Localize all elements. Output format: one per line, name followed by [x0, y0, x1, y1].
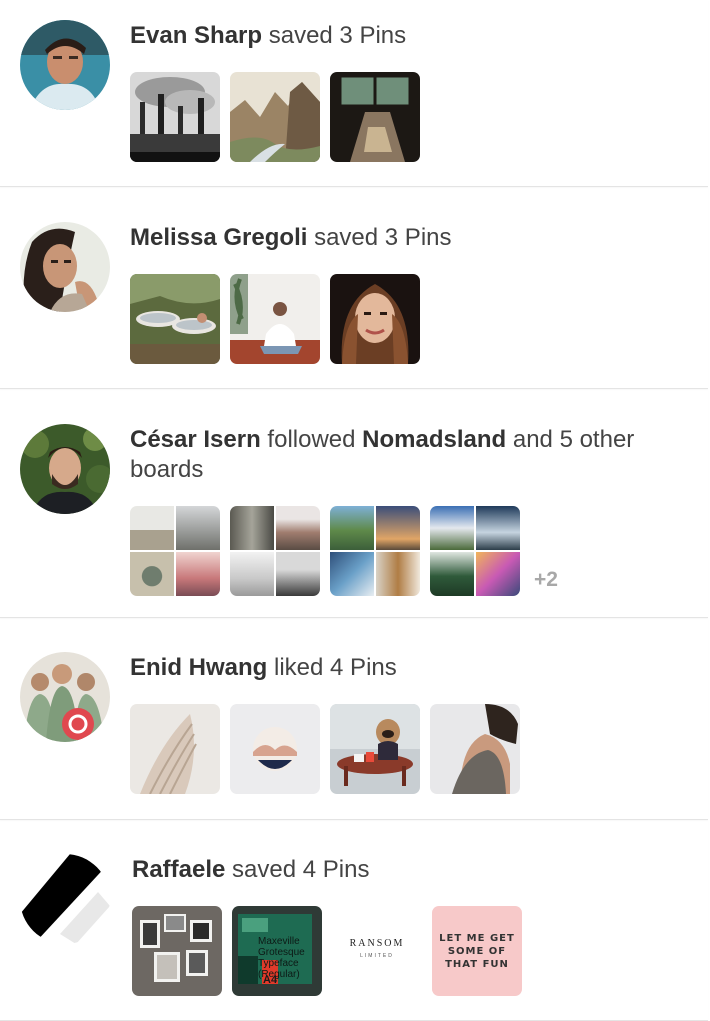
board-tile [330, 506, 374, 550]
board-tile [476, 552, 520, 596]
more-boards-count[interactable]: +2 [534, 568, 558, 592]
activity-headline: Evan Sharp saved 3 Pins [130, 21, 406, 51]
board-tile [230, 506, 274, 550]
action-text: saved 3 Pins [268, 22, 407, 49]
pin-thumbnail[interactable] [430, 704, 520, 794]
pin-thumbnail[interactable] [330, 274, 420, 364]
board-tile [176, 552, 220, 596]
avatar[interactable] [20, 20, 110, 110]
activity-card: Enid Hwang liked 4 Pins [0, 618, 708, 820]
pin-thumbnail[interactable] [130, 274, 220, 364]
activity-card: Raffaele saved 4 Pins Maxeville Grotesqu… [0, 820, 708, 1021]
activity-card: César Isern followed Nomadsland and 5 ot… [0, 389, 708, 618]
actor-name[interactable]: Enid Hwang [130, 654, 267, 681]
action-text: followed [267, 426, 356, 453]
board-tile [430, 552, 474, 596]
activity-headline: Melissa Gregoli saved 3 Pins [130, 223, 452, 253]
pin-thumbnails [130, 72, 420, 162]
board-tile [476, 506, 520, 550]
board-thumbnail[interactable] [130, 506, 220, 596]
activity-headline: Enid Hwang liked 4 Pins [130, 653, 397, 683]
ransom-logo-sub: LIMITED [360, 953, 394, 959]
pin-thumbnails: Maxeville Grotesque Typeface (Regular) A… [132, 906, 522, 996]
pin-thumbnail[interactable]: Maxeville Grotesque Typeface (Regular) A… [232, 906, 322, 996]
pin-thumbnail[interactable] [230, 704, 320, 794]
board-tile [430, 506, 474, 550]
pin-thumbnails [130, 704, 520, 794]
lettering-print-text: LET ME GET SOME OF THAT FUN [439, 933, 515, 970]
actor-name[interactable]: Melissa Gregoli [130, 224, 307, 251]
pin-thumbnail[interactable] [230, 72, 320, 162]
board-tile [330, 552, 374, 596]
board-tile [130, 552, 174, 596]
pin-thumbnail[interactable]: RANSOM LIMITED [332, 906, 422, 996]
action-text: liked 4 Pins [274, 654, 397, 681]
avatar[interactable] [20, 424, 110, 514]
actor-name[interactable]: Evan Sharp [130, 22, 262, 49]
ransom-logo: RANSOM [349, 938, 405, 949]
avatar[interactable] [20, 222, 110, 312]
board-thumbnail[interactable] [230, 506, 320, 596]
board-thumbnails: +2 [130, 506, 558, 596]
pin-thumbnail[interactable] [130, 704, 220, 794]
board-thumbnail[interactable] [430, 506, 520, 596]
activity-headline: César Isern followed Nomadsland and 5 ot… [130, 425, 700, 485]
board-tile [276, 552, 320, 596]
board-name[interactable]: Nomadsland [362, 426, 506, 453]
pin-thumbnail[interactable] [330, 72, 420, 162]
board-tile [130, 506, 174, 550]
actor-name[interactable]: Raffaele [132, 856, 225, 883]
board-tile [376, 506, 420, 550]
board-tile [376, 552, 420, 596]
typeface-poster-label: A4 [263, 974, 278, 986]
pin-thumbnail[interactable] [230, 274, 320, 364]
activity-card: Evan Sharp saved 3 Pins [0, 0, 708, 187]
board-tile [176, 506, 220, 550]
pin-thumbnail[interactable] [330, 704, 420, 794]
activity-feed: Evan Sharp saved 3 Pins Melissa Gregoli … [0, 0, 710, 1021]
board-tile [276, 506, 320, 550]
pin-thumbnail[interactable] [132, 906, 222, 996]
board-tile [230, 552, 274, 596]
actor-name[interactable]: César Isern [130, 426, 261, 453]
action-text: saved 4 Pins [232, 856, 370, 883]
activity-headline: Raffaele saved 4 Pins [132, 855, 369, 885]
activity-card: Melissa Gregoli saved 3 Pins [0, 187, 708, 389]
avatar[interactable] [20, 854, 110, 944]
avatar[interactable] [20, 652, 110, 742]
pin-thumbnail[interactable]: LET ME GET SOME OF THAT FUN [432, 906, 522, 996]
pin-thumbnail[interactable] [130, 72, 220, 162]
pin-thumbnails [130, 274, 420, 364]
action-text: saved 3 Pins [314, 224, 452, 251]
board-thumbnail[interactable] [330, 506, 420, 596]
